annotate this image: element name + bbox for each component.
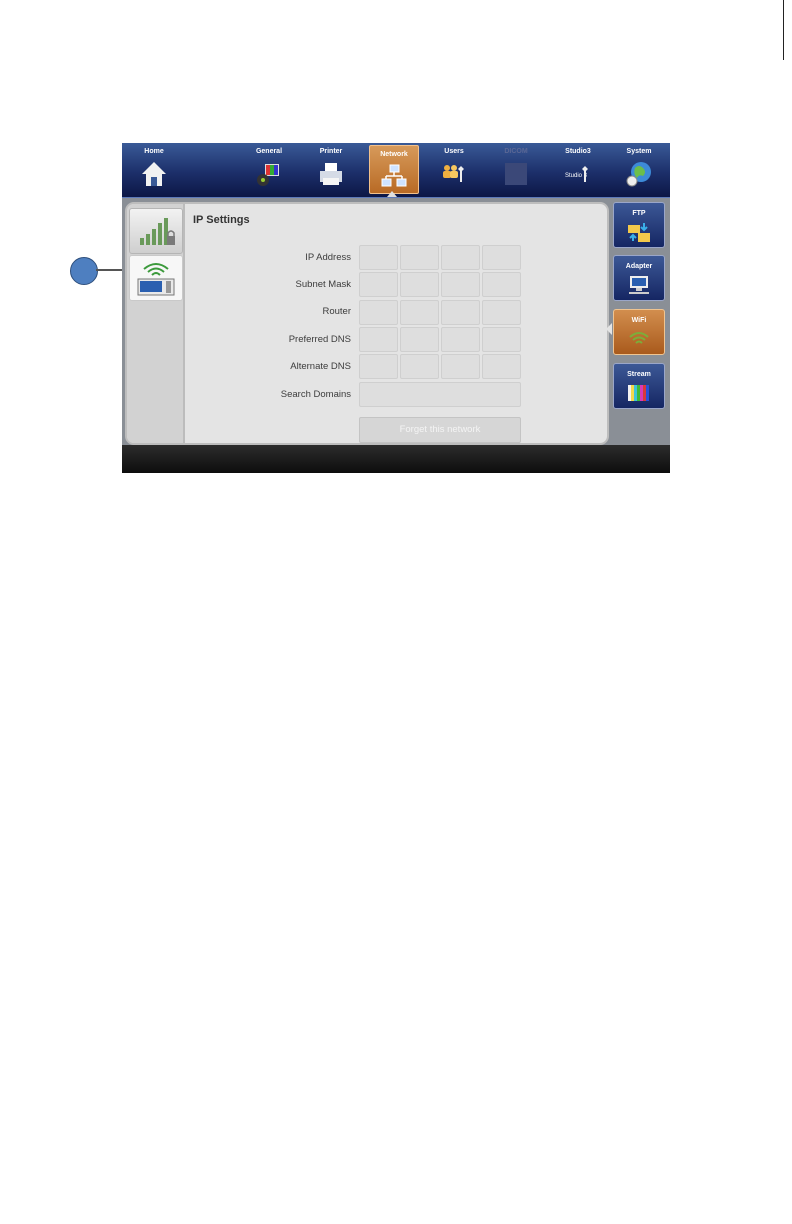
preferred-dns-octet-4[interactable] [482,327,521,352]
nav-printer-label: Printer [319,148,343,155]
side-tab-column [127,204,185,443]
alternate-dns-octet-2[interactable] [400,354,439,379]
subnet-mask-octet-2[interactable] [400,272,439,297]
printer-icon [320,163,342,185]
alternate-dns-octet-1[interactable] [359,354,398,379]
preferred-dns-octet-2[interactable] [400,327,439,352]
forget-network-button[interactable]: Forget this network [359,417,521,443]
subnet-mask-label: Subnet Mask [295,279,351,290]
nav-printer[interactable]: Printer [307,143,355,195]
nav-network-label: Network [380,151,408,158]
nav-home[interactable]: Home [130,143,178,195]
router-octet-1[interactable] [359,300,398,325]
alternate-dns-octet-4[interactable] [482,354,521,379]
router-label: Router [322,306,351,317]
router-octet-2[interactable] [400,300,439,325]
search-domains-field[interactable] [359,382,521,407]
page-margin-rule [783,0,784,60]
alternate-dns-octet-3[interactable] [441,354,480,379]
wifi-icon [629,332,649,344]
preferred-dns-label: Preferred DNS [288,334,351,345]
side-tab-signal[interactable] [129,208,183,254]
stream-bars-icon [628,385,649,401]
ip-address-octet-4[interactable] [482,245,521,270]
preferred-dns-octet-1[interactable] [359,327,398,352]
nav-dicom: DICOM [492,143,540,195]
nav-studio3[interactable]: Studio3 Studio 3 [554,143,602,195]
content-area: IP Settings IP Address Subnet Mask Route… [122,198,670,445]
subnav-ftp-label: FTP [632,210,646,217]
ip-address-octet-3[interactable] [441,245,480,270]
top-navigation-bar: Home General Printer Network Users DICOM… [122,143,670,198]
adapter-monitor-icon [629,276,649,294]
subnav-ftp[interactable]: FTP [613,202,665,248]
subnav-stream[interactable]: Stream [613,363,665,409]
nav-general[interactable]: General [245,143,293,195]
dicom-icon [505,163,527,185]
subnet-mask-octet-3[interactable] [441,272,480,297]
subnet-mask-octet-4[interactable] [482,272,521,297]
router-octet-3[interactable] [441,300,480,325]
home-icon [142,162,166,186]
nav-home-label: Home [144,148,164,155]
general-icon [257,164,279,186]
nav-users[interactable]: Users [430,143,478,195]
ip-address-octet-1[interactable] [359,245,398,270]
studio3-icon: Studio 3 [565,166,588,182]
nav-users-label: Users [444,148,464,155]
search-domains-label: Search Domains [280,389,351,400]
subnav-wifi-label: WiFi [631,317,647,324]
side-tab-wifi-device[interactable] [129,255,183,301]
nav-general-label: General [255,148,283,155]
device-screen: Home General Printer Network Users DICOM… [122,143,670,473]
system-icon [626,162,651,187]
router-octet-4[interactable] [482,300,521,325]
nav-studio3-label: Studio3 [565,148,591,155]
callout-marker [70,257,98,285]
alternate-dns-label: Alternate DNS [290,361,351,372]
nav-system-label: System [626,148,652,155]
signal-lock-icon [140,218,175,245]
panel-title: IP Settings [193,214,250,226]
nav-system[interactable]: System [615,143,663,195]
subnet-mask-octet-1[interactable] [359,272,398,297]
subnav-adapter[interactable]: Adapter [613,255,665,301]
active-nav-pointer [387,191,397,197]
users-icon [443,165,464,182]
subnav-adapter-label: Adapter [625,263,653,270]
preferred-dns-octet-3[interactable] [441,327,480,352]
wifi-device-icon [137,263,175,296]
subnav-stream-label: Stream [627,371,651,378]
nav-dicom-label: DICOM [504,148,528,155]
network-icon [381,164,407,187]
ip-settings-panel: IP Settings IP Address Subnet Mask Route… [125,202,609,445]
right-subnav: FTP Adapter WiFi Stream [608,198,670,445]
ftp-folder-icon [628,223,650,242]
nav-network[interactable]: Network [369,145,419,194]
bottom-status-bar [122,445,670,473]
subnav-wifi[interactable]: WiFi [613,309,665,355]
ip-address-label: IP Address [305,252,351,263]
ip-address-octet-2[interactable] [400,245,439,270]
